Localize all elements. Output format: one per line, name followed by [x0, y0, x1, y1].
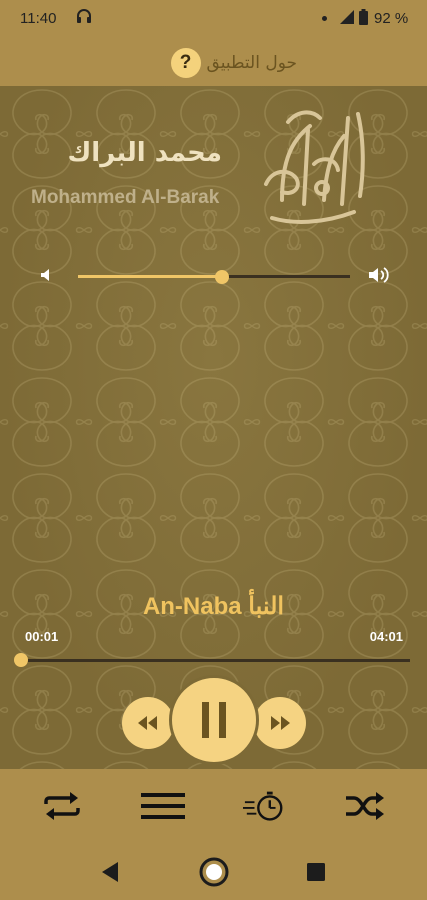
- about-app-button[interactable]: ? حول التطبيق: [170, 48, 297, 78]
- recents-icon[interactable]: [307, 863, 325, 881]
- volume-control: [0, 264, 427, 288]
- status-bar: 11:40 92 %: [0, 0, 427, 36]
- seek-bar[interactable]: [13, 653, 410, 667]
- playlist-button[interactable]: [141, 789, 185, 823]
- reciter-name-arabic: محمد البراك: [67, 138, 222, 168]
- seek-bar-thumb[interactable]: [13, 653, 28, 667]
- battery-icon: [359, 9, 368, 25]
- reciter-name-english: Mohammed Al-Barak: [31, 187, 220, 208]
- total-duration: 04:01: [369, 629, 403, 644]
- battery-percent: 92 %: [374, 10, 409, 27]
- rewind-icon: [138, 716, 157, 730]
- track-title: An-Naba النبأ: [142, 593, 285, 620]
- rewind-button[interactable]: [122, 697, 174, 749]
- player-panel: محمد البراك Mohammed Al-Barak An-Naba ال…: [0, 86, 427, 769]
- quran-calligraphy-logo: [264, 110, 365, 224]
- fast-forward-icon: [271, 716, 290, 730]
- repeat-button[interactable]: [40, 789, 84, 823]
- volume-up-icon[interactable]: [368, 266, 392, 284]
- pause-icon: [202, 702, 226, 738]
- playlist-icon: [141, 793, 185, 819]
- volume-slider-thumb[interactable]: [215, 270, 230, 284]
- signal-icon: [340, 10, 354, 24]
- home-icon[interactable]: [198, 856, 230, 888]
- sleep-timer-button[interactable]: [243, 789, 287, 823]
- back-icon[interactable]: [101, 862, 119, 882]
- notification-dot-icon: [322, 16, 327, 21]
- about-app-label[interactable]: حول التطبيق: [207, 53, 297, 73]
- volume-slider[interactable]: [78, 270, 350, 284]
- sleep-timer-icon: [243, 791, 283, 821]
- status-time: 11:40: [20, 10, 57, 27]
- repeat-icon: [44, 792, 80, 820]
- shuffle-button[interactable]: [343, 789, 387, 823]
- headphones-icon: [77, 9, 91, 23]
- volume-down-icon[interactable]: [40, 268, 54, 282]
- shuffle-icon: [346, 792, 384, 820]
- play-pause-button[interactable]: [169, 675, 259, 765]
- help-icon[interactable]: ?: [170, 48, 201, 78]
- fast-forward-button[interactable]: [254, 697, 306, 749]
- elapsed-time: 00:01: [25, 629, 59, 644]
- bottom-toolbar: [0, 769, 427, 842]
- system-navigation-bar: [0, 842, 427, 900]
- volume-slider-fill: [78, 275, 223, 278]
- app-bar: ? حول التطبيق: [0, 36, 427, 86]
